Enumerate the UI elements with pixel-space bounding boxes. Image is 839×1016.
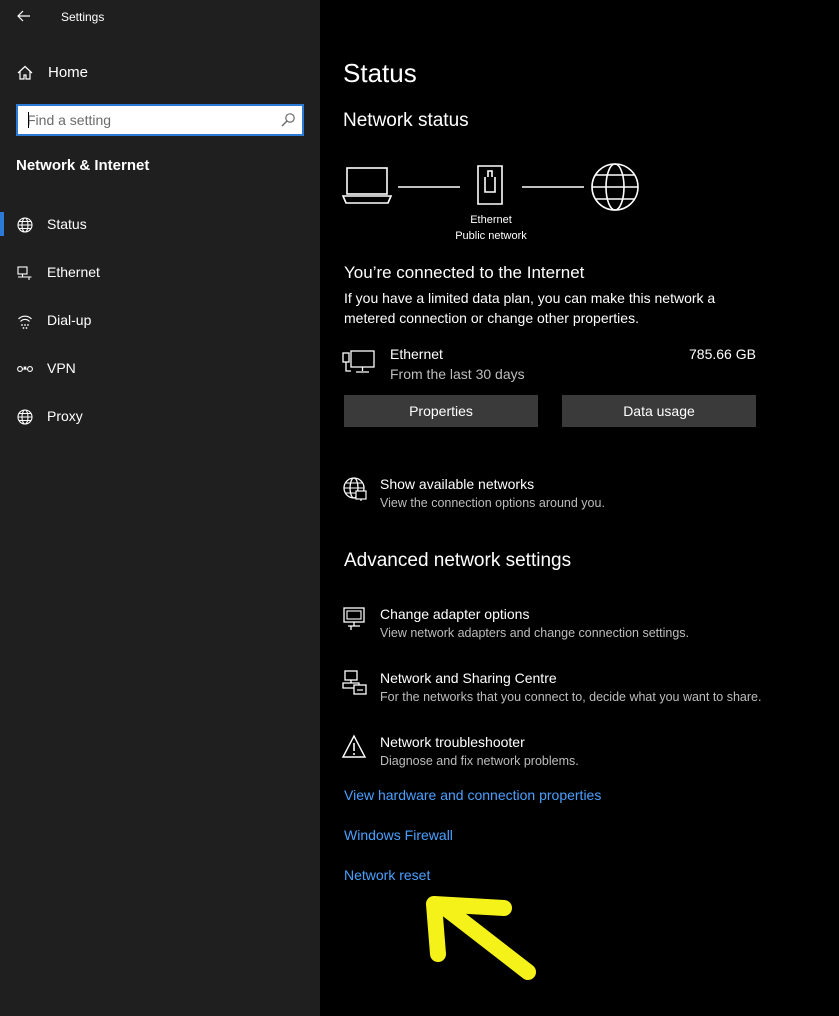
page-title: Status: [343, 58, 417, 88]
advanced-item-title: Network troubleshooter: [380, 734, 525, 750]
sidebar-item-status[interactable]: Status: [0, 204, 320, 244]
sidebar-section-title: Network & Internet: [16, 157, 150, 174]
internet-globe-icon: [591, 163, 639, 211]
connected-heading: You’re connected to the Internet: [344, 263, 585, 282]
globe-icon: [17, 217, 33, 233]
connection-name: Ethernet: [390, 346, 443, 362]
advanced-item-description: View network adapters and change connect…: [380, 626, 689, 640]
dial-up-icon: [18, 315, 32, 329]
laptop-icon: [342, 167, 393, 204]
diagram-network-type-label: Public network: [455, 230, 527, 242]
title-bar: Settings: [0, 0, 320, 34]
sidebar-item-label: Proxy: [47, 408, 83, 424]
home-label: Home: [48, 64, 89, 81]
advanced-settings-heading: Advanced network settings: [344, 550, 572, 571]
advanced-item-title: Change adapter options: [380, 606, 530, 622]
search-input[interactable]: [18, 106, 274, 134]
connected-description: If you have a limited data plan, you can…: [344, 290, 716, 326]
advanced-item-title: Network and Sharing Centre: [380, 670, 557, 686]
sidebar-item-label: Status: [47, 216, 87, 232]
sharing-icon: [342, 670, 367, 695]
selection-indicator: [0, 212, 4, 236]
window-title: Settings: [61, 10, 105, 24]
data-usage-button[interactable]: Data usage: [562, 395, 756, 427]
ethernet-port-icon: [477, 165, 503, 205]
text-caret: [28, 112, 29, 128]
diagram-adapter-label: Ethernet: [470, 214, 512, 226]
search-box[interactable]: [16, 104, 304, 136]
back-arrow-icon: [17, 10, 30, 22]
properties-button[interactable]: Properties: [344, 395, 538, 427]
advanced-item-description: For the networks that you connect to, de…: [380, 690, 762, 704]
warning-icon: [342, 734, 367, 758]
search-icon[interactable]: [280, 112, 296, 128]
sidebar-item-vpn[interactable]: VPN: [0, 348, 320, 388]
network-status-heading: Network status: [343, 110, 469, 131]
network-reset-link[interactable]: Network reset: [344, 867, 430, 883]
show-networks-description: View the connection options around you.: [380, 496, 605, 510]
home-icon: [17, 65, 33, 80]
data-usage-value: 785.66 GB: [689, 346, 756, 362]
back-button[interactable]: [12, 4, 36, 28]
windows-firewall-link[interactable]: Windows Firewall: [344, 827, 453, 843]
globe-network-icon: [343, 477, 367, 501]
sidebar-item-label: Dial-up: [47, 312, 92, 328]
vpn-icon: [17, 366, 33, 372]
globe-icon: [17, 409, 33, 425]
ethernet-adapter-icon: [342, 350, 375, 373]
annotation-arrow-icon: [426, 896, 536, 980]
sidebar-item-dial-up[interactable]: Dial-up: [0, 300, 320, 340]
sidebar-item-label: VPN: [47, 360, 76, 376]
view-hardware-properties-link[interactable]: View hardware and connection properties: [344, 787, 601, 803]
sidebar-item-ethernet[interactable]: Ethernet: [0, 252, 320, 292]
sidebar: Settings Home Network & Internet Status: [0, 0, 320, 1016]
adapter-icon: [343, 607, 365, 630]
sidebar-item-label: Ethernet: [47, 264, 100, 280]
advanced-item-description: Diagnose and fix network problems.: [380, 754, 579, 768]
sidebar-item-proxy[interactable]: Proxy: [0, 396, 320, 436]
main-content: Status Network status Ethernet Public ne…: [320, 0, 839, 1016]
home-button[interactable]: Home: [0, 56, 320, 90]
show-networks-title: Show available networks: [380, 476, 535, 492]
connection-period: From the last 30 days: [390, 366, 525, 382]
ethernet-icon: [17, 266, 32, 280]
